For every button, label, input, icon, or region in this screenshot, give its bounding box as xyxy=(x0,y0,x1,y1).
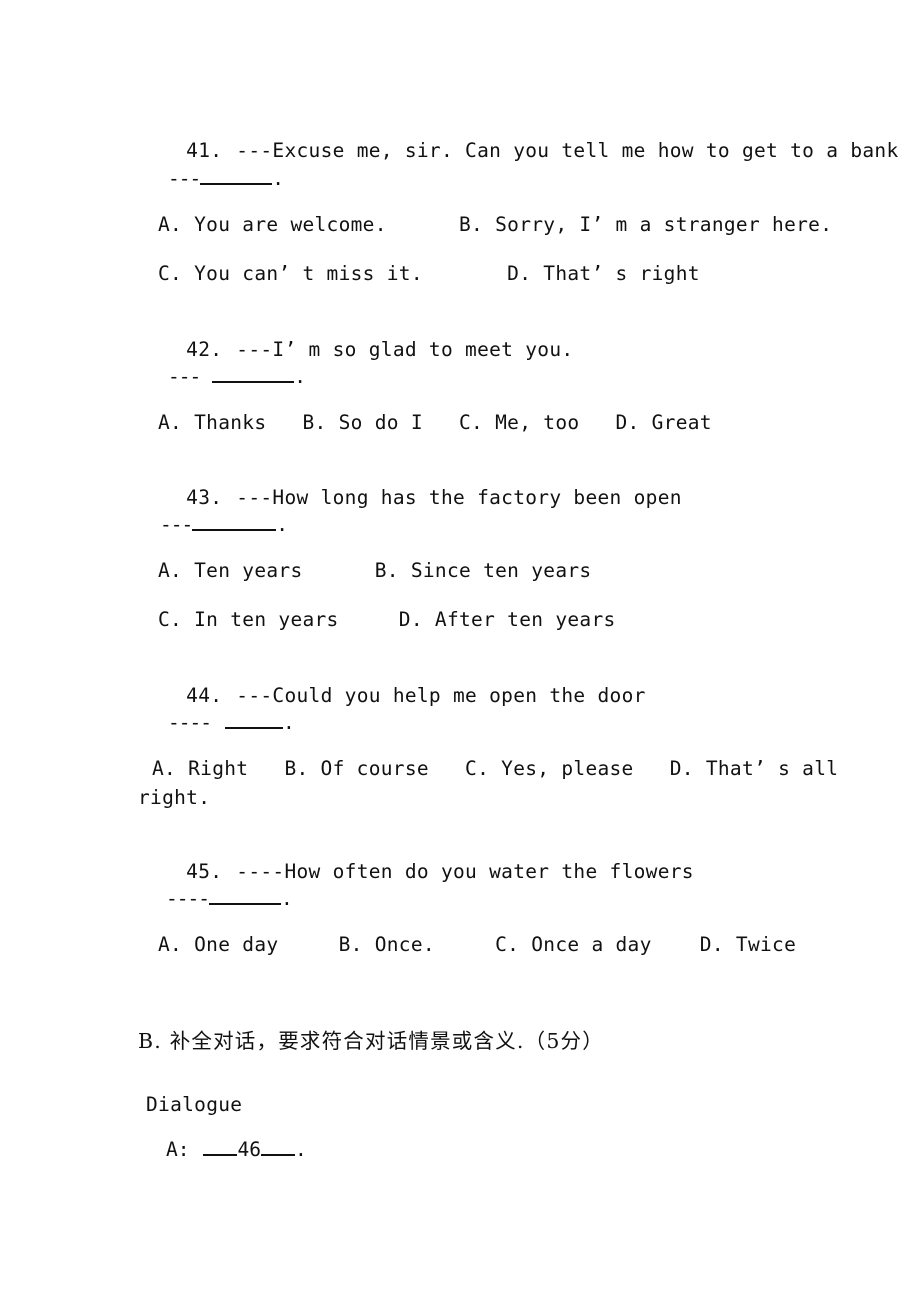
dialogue-blank-46-rule-right xyxy=(260,1135,295,1156)
question-41-answer-blank[interactable]: ---. xyxy=(168,164,284,192)
question-42-text: ---I’ m so glad to meet you. xyxy=(236,338,574,361)
question-43-options-row-2[interactable]: C. In ten years D. After ten years xyxy=(158,607,616,633)
question-45-text: ----How often do you water the flowers xyxy=(236,860,694,883)
question-41-number: 41. xyxy=(186,139,223,162)
question-44-answer-blank[interactable]: ----. xyxy=(168,708,295,736)
question-44-options-row-2[interactable]: right. xyxy=(138,785,210,811)
question-45-period: . xyxy=(280,886,293,910)
question-42-dash: --- xyxy=(168,364,201,388)
question-41-options-row-1[interactable]: A. You are welcome. B. Sorry, I’ m a str… xyxy=(158,212,832,238)
question-42-period: . xyxy=(294,364,306,388)
question-42-blank-rule[interactable] xyxy=(212,362,295,383)
question-41-options-row-2[interactable]: C. You can’ t miss it. D. That’ s right xyxy=(158,261,700,287)
dialogue-line-a-period: . xyxy=(294,1137,307,1161)
question-44-options-row-1[interactable]: A. Right B. Of course C. Yes, please D. … xyxy=(152,756,838,782)
question-43-period: . xyxy=(276,512,288,536)
exam-page: 41. ---Excuse me, sir. Can you tell me ho… xyxy=(0,0,920,1302)
question-44-blank-rule[interactable] xyxy=(224,708,283,729)
question-41-dash: --- xyxy=(168,166,201,190)
question-43-answer-blank[interactable]: ---. xyxy=(160,510,288,538)
question-44-number: 44. xyxy=(186,684,223,707)
question-43-text: ---How long has the factory been open xyxy=(236,486,682,509)
dialogue-blank-46-number: 46 xyxy=(237,1137,261,1161)
question-45-number: 45. xyxy=(186,860,223,883)
dialogue-blank-46[interactable]: 46 xyxy=(203,1135,295,1163)
dialogue-speaker-a: A: xyxy=(166,1137,190,1161)
question-42-number: 42. xyxy=(186,338,223,361)
question-43-number: 43. xyxy=(186,486,223,509)
question-42-answer-blank[interactable]: ---. xyxy=(168,362,306,390)
question-45-dash: ---- xyxy=(166,886,210,910)
question-43-options-row-1[interactable]: A. Ten years B. Since ten years xyxy=(158,558,591,584)
question-44-text: ---Could you help me open the door xyxy=(236,684,646,707)
question-43-blank-rule[interactable] xyxy=(192,510,277,531)
question-45-blank-rule[interactable] xyxy=(208,884,281,905)
question-41-text: ---Excuse me, sir. Can you tell me how t… xyxy=(236,139,899,162)
question-41-period: . xyxy=(272,166,284,190)
dialogue-label: Dialogue xyxy=(146,1093,243,1116)
question-45-answer-blank[interactable]: ----. xyxy=(166,884,293,912)
dialogue-blank-46-rule-left xyxy=(203,1135,238,1156)
question-41-blank-rule[interactable] xyxy=(200,164,273,185)
question-45-options-row-1[interactable]: A. One day B. Once. C. Once a day D. Twi… xyxy=(158,932,796,958)
dialogue-line-a[interactable]: A: 46. xyxy=(166,1135,307,1163)
question-42-options-row-1[interactable]: A. Thanks B. So do I C. Me, too D. Great xyxy=(158,410,712,436)
question-43-dash: --- xyxy=(160,512,193,536)
section-b-heading: B. 补全对话，要求符合对话情景或含义.（5分） xyxy=(138,1029,604,1053)
question-44-dash: ---- xyxy=(168,710,212,734)
question-44-period: . xyxy=(282,710,295,734)
